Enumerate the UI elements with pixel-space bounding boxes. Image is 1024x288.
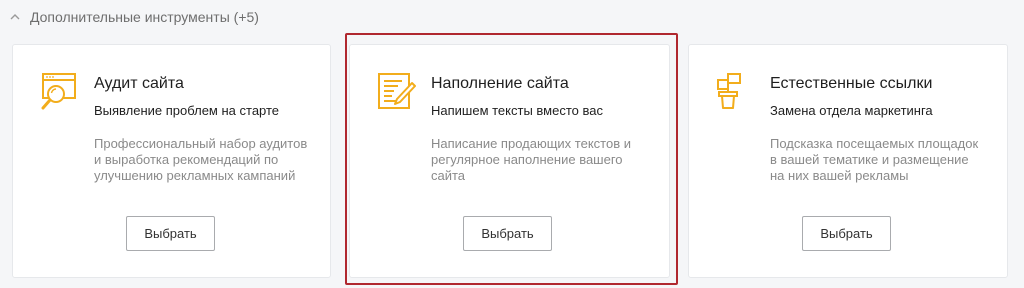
card-subtitle: Напишем тексты вместо вас: [431, 103, 603, 118]
select-links-button[interactable]: Выбрать: [802, 216, 891, 251]
card-title: Наполнение сайта: [431, 75, 569, 92]
card-description: Профессиональный набор аудитов и выработ…: [94, 136, 308, 183]
card-description: Написание продающих текстов и регулярное…: [431, 136, 631, 183]
card-subtitle: Замена отдела маркетинга: [770, 103, 933, 118]
card-description: Подсказка посещаемых площадок в вашей те…: [770, 136, 979, 183]
card-subtitle: Выявление проблем на старте: [94, 103, 280, 118]
section-label: Дополнительные инструменты (+5): [30, 9, 259, 25]
card-title: Естественные ссылки: [770, 75, 933, 92]
website-audit-icon: [41, 73, 76, 110]
service-card-links: Естественные ссылки Замена отдела маркет…: [688, 44, 1008, 278]
service-card-audit: Аудит сайта Выявление проблем на старте …: [12, 44, 331, 278]
select-content-button[interactable]: Выбрать: [463, 216, 552, 251]
select-audit-button[interactable]: Выбрать: [126, 216, 215, 251]
additional-tools-toggle[interactable]: Дополнительные инструменты (+5): [8, 9, 259, 25]
service-card-content: Наполнение сайта Напишем тексты вместо в…: [349, 44, 670, 278]
card-title: Аудит сайта: [94, 75, 184, 92]
content-writing-icon: [378, 73, 416, 109]
chevron-up-icon: [10, 14, 20, 20]
plant-growth-icon: [717, 73, 741, 109]
